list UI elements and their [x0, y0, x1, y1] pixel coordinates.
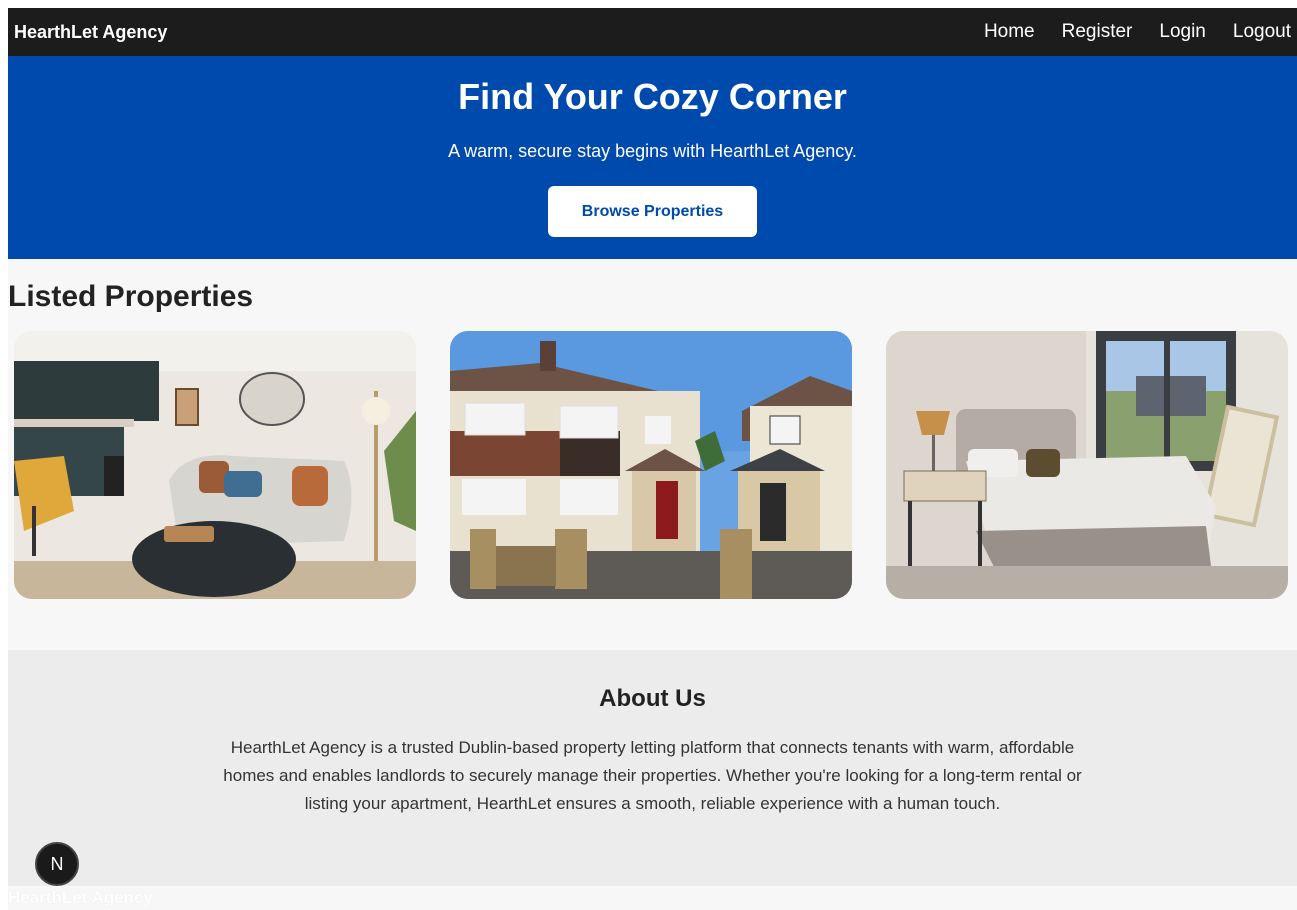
nav-home-link[interactable]: Home — [984, 21, 1035, 43]
property-card-house[interactable] — [450, 331, 852, 599]
hero-title: Find Your Cozy Corner — [458, 76, 847, 117]
house-photo — [450, 331, 852, 599]
bedroom-photo — [886, 331, 1288, 599]
property-card-bedroom[interactable] — [886, 331, 1288, 599]
navbar: HearthLet Agency Home Register Login Log… — [8, 8, 1297, 56]
living-room-photo — [14, 331, 416, 599]
footer-text: HearthLet Agency — [8, 888, 153, 907]
nav-links: Home Register Login Logout — [957, 8, 1297, 56]
hero-banner: Find Your Cozy Corner A warm, secure sta… — [8, 56, 1297, 259]
about-text: HearthLet Agency is a trusted Dublin-bas… — [223, 738, 1082, 813]
nav-register-link[interactable]: Register — [1062, 21, 1133, 43]
page: HearthLet Agency Home Register Login Log… — [8, 8, 1297, 910]
browse-properties-button[interactable]: Browse Properties — [548, 186, 757, 237]
nav-logout-link[interactable]: Logout — [1233, 21, 1291, 43]
dev-tools-badge[interactable]: N — [35, 842, 79, 886]
property-cards — [8, 331, 1297, 599]
listings-title: Listed Properties — [8, 280, 254, 313]
about-section: About Us HearthLet Agency is a trusted D… — [8, 650, 1297, 886]
hero-subtitle: A warm, secure stay begins with HearthLe… — [448, 141, 857, 161]
property-card-living-room[interactable] — [14, 331, 416, 599]
about-title: About Us — [599, 685, 706, 712]
footer: HearthLet Agency — [8, 886, 1297, 910]
nav-login-link[interactable]: Login — [1159, 21, 1206, 43]
brand-logo[interactable]: HearthLet Agency — [14, 22, 167, 43]
